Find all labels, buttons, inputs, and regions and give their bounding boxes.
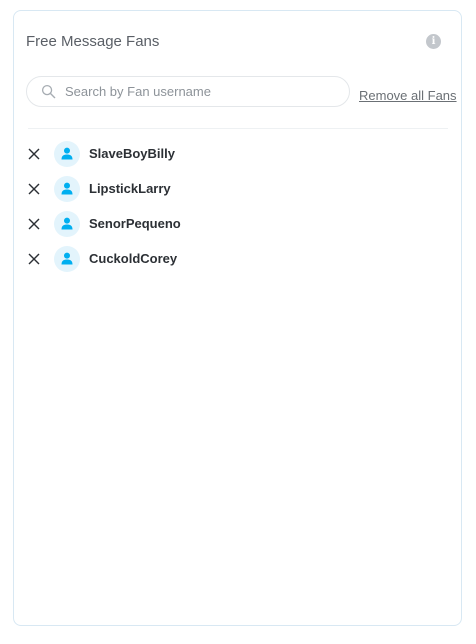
close-icon[interactable] [27, 217, 41, 231]
list-item: LipstickLarry [14, 175, 461, 210]
free-message-fans-panel: Free Message Fans i Remove all Fans Slav… [13, 10, 462, 626]
list-item: SenorPequeno [14, 210, 461, 245]
list-item: CuckoldCorey [14, 245, 461, 280]
close-icon[interactable] [27, 182, 41, 196]
user-icon [61, 182, 73, 195]
fan-username[interactable]: SlaveBoyBilly [89, 146, 175, 161]
avatar[interactable] [54, 176, 80, 202]
panel-title: Free Message Fans [26, 33, 160, 50]
fan-list: SlaveBoyBilly LipstickLarry SenorPequeno… [14, 140, 461, 280]
search-icon [41, 84, 56, 99]
user-icon [61, 217, 73, 230]
fan-username[interactable]: SenorPequeno [89, 216, 181, 231]
user-icon [61, 147, 73, 160]
divider [28, 128, 448, 129]
avatar[interactable] [54, 246, 80, 272]
user-icon [61, 252, 73, 265]
close-icon[interactable] [27, 147, 41, 161]
fan-username[interactable]: LipstickLarry [89, 181, 171, 196]
close-icon[interactable] [27, 252, 41, 266]
search-box[interactable] [26, 76, 350, 107]
info-icon[interactable]: i [426, 34, 441, 49]
avatar[interactable] [54, 141, 80, 167]
avatar[interactable] [54, 211, 80, 237]
remove-all-fans-link[interactable]: Remove all Fans [359, 88, 457, 103]
search-input[interactable] [65, 81, 335, 102]
list-item: SlaveBoyBilly [14, 140, 461, 175]
fan-username[interactable]: CuckoldCorey [89, 251, 177, 266]
